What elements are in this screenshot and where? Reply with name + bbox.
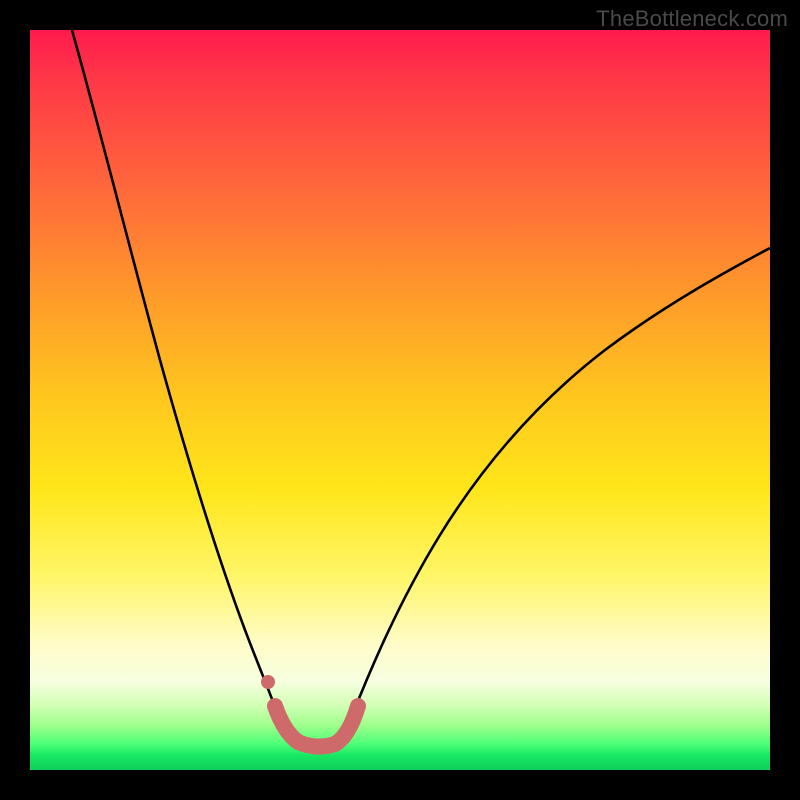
curve-overlay xyxy=(30,30,770,770)
sweet-spot-dot xyxy=(261,675,275,689)
chart-frame: TheBottleneck.com xyxy=(0,0,800,800)
sweet-spot-band xyxy=(275,706,358,747)
watermark-text: TheBottleneck.com xyxy=(596,6,788,32)
curve-left-branch xyxy=(72,30,278,716)
plot-area xyxy=(30,30,770,770)
curve-right-branch xyxy=(352,248,770,716)
